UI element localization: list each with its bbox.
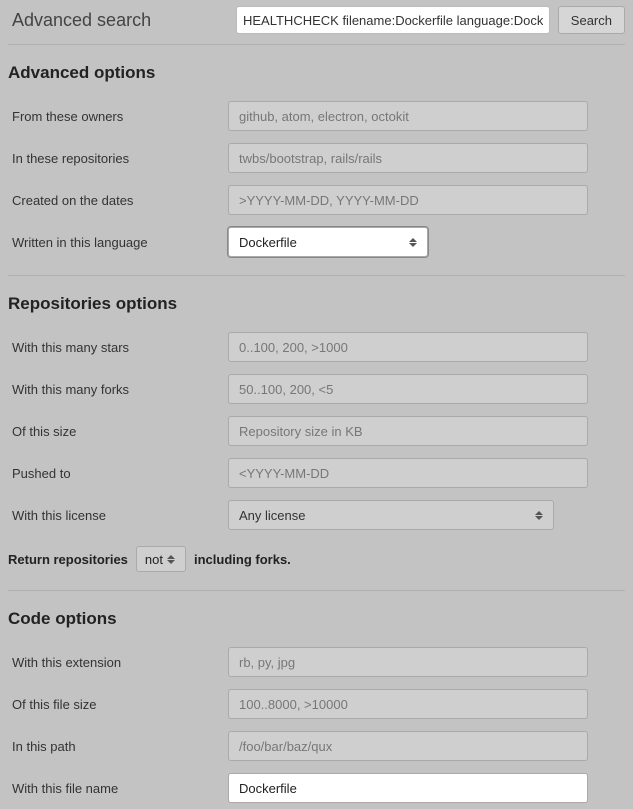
pushed-input[interactable] [228,458,588,488]
created-dates-label: Created on the dates [8,193,228,208]
fork-select-value: not [145,552,163,567]
search-query-input[interactable] [236,6,550,34]
file-name-input[interactable] [228,773,588,803]
owners-input[interactable] [228,101,588,131]
license-select[interactable]: Any license [228,500,554,530]
section-title-code-options: Code options [0,591,633,641]
extension-input[interactable] [228,647,588,677]
fork-prefix-label: Return repositories [8,552,128,567]
extension-label: With this extension [8,655,228,670]
row-license: With this license Any license [0,494,633,536]
repo-size-input[interactable] [228,416,588,446]
section-title-repositories-options: Repositories options [0,276,633,326]
advanced-search-label: Advanced search [8,10,228,31]
fork-suffix-label: including forks. [194,552,291,567]
stars-input[interactable] [228,332,588,362]
row-stars: With this many stars [0,326,633,368]
row-file-name: With this file name [0,767,633,809]
created-dates-input[interactable] [228,185,588,215]
pushed-label: Pushed to [8,466,228,481]
language-select[interactable]: Dockerfile [228,227,428,257]
row-language: Written in this language Dockerfile [0,221,633,263]
file-size-input[interactable] [228,689,588,719]
owners-label: From these owners [8,109,228,124]
advanced-search-header: Advanced search Search [0,0,633,44]
updown-caret-icon [167,552,177,566]
repositories-label: In these repositories [8,151,228,166]
row-created-dates: Created on the dates [0,179,633,221]
updown-caret-icon [409,235,419,249]
row-extension: With this extension [0,641,633,683]
forks-label: With this many forks [8,382,228,397]
language-select-value: Dockerfile [239,235,297,250]
repo-size-label: Of this size [8,424,228,439]
search-button[interactable]: Search [558,6,625,34]
stars-label: With this many stars [8,340,228,355]
path-label: In this path [8,739,228,754]
row-fork-filter: Return repositories not including forks. [0,536,633,590]
language-label: Written in this language [8,235,228,250]
row-owners: From these owners [0,95,633,137]
section-title-advanced-options: Advanced options [0,45,633,95]
file-size-label: Of this file size [8,697,228,712]
repositories-input[interactable] [228,143,588,173]
license-label: With this license [8,508,228,523]
file-name-label: With this file name [8,781,228,796]
row-path: In this path [0,725,633,767]
row-forks: With this many forks [0,368,633,410]
updown-caret-icon [535,508,545,522]
forks-input[interactable] [228,374,588,404]
row-repo-size: Of this size [0,410,633,452]
row-repositories: In these repositories [0,137,633,179]
row-file-size: Of this file size [0,683,633,725]
license-select-value: Any license [239,508,305,523]
row-pushed: Pushed to [0,452,633,494]
path-input[interactable] [228,731,588,761]
fork-select[interactable]: not [136,546,186,572]
